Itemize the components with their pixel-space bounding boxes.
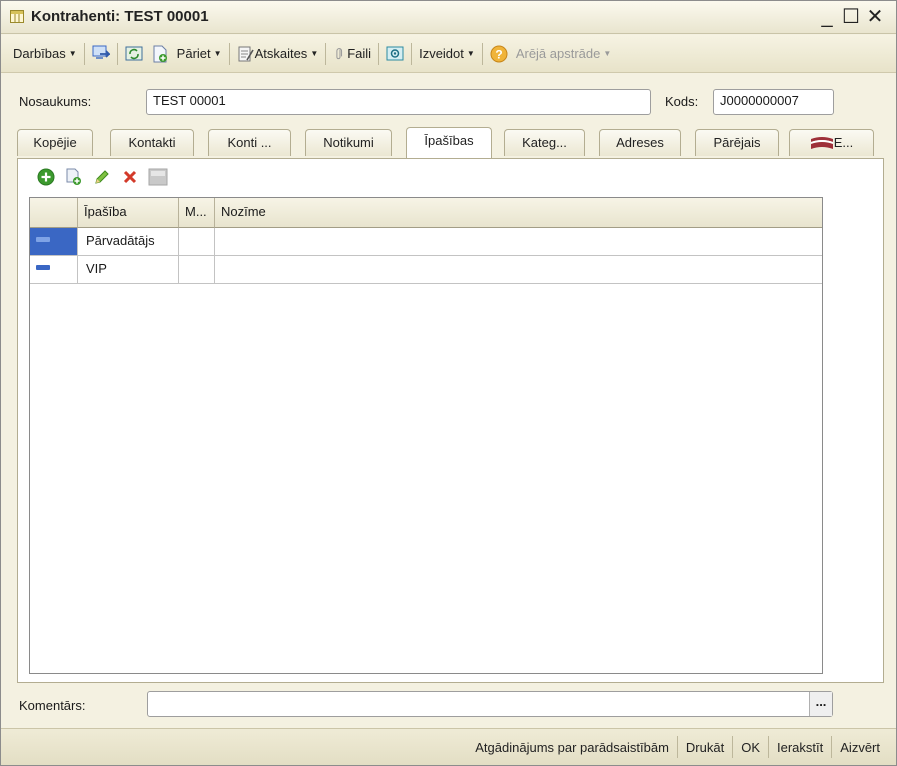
svg-text:?: ?: [495, 47, 502, 61]
tab-addresses[interactable]: Adreses: [599, 129, 681, 156]
caret-down-icon: ▼: [603, 49, 612, 58]
tab-properties[interactable]: Īpašības: [406, 127, 492, 158]
tab-accounts[interactable]: Konti ...: [208, 129, 291, 156]
table-cell-property[interactable]: VIP: [78, 256, 179, 284]
maximize-button[interactable]: ☐: [840, 5, 862, 29]
goto-label: Pāriet: [176, 46, 211, 61]
latvia-flag-icon: [810, 136, 833, 149]
tab-language[interactable]: E...: [789, 129, 874, 156]
name-field[interactable]: TEST 00001: [146, 89, 651, 115]
table-cell-value[interactable]: [215, 228, 822, 256]
grid-toolbar: [36, 167, 168, 187]
create-label: Izveidot: [419, 46, 464, 61]
row-selected-icon: [36, 237, 50, 242]
row-marker-selected[interactable]: [30, 228, 78, 256]
window: Kontrahenti: TEST 00001 _ ☐ ✕ Darbības▼: [0, 0, 897, 766]
row-marker-header: [30, 198, 78, 228]
goto-menu[interactable]: Pāriet ▼: [173, 41, 226, 67]
table-cell-m[interactable]: [179, 256, 215, 284]
reports-icon: [238, 46, 254, 61]
email-icon: [386, 46, 404, 60]
title-bar: Kontrahenti: TEST 00001 _ ☐ ✕: [1, 1, 896, 34]
table-icon: [10, 10, 24, 23]
caret-down-icon: ▼: [213, 49, 222, 58]
column-header-value[interactable]: Nozīme: [215, 198, 822, 228]
help-icon: ?: [490, 45, 508, 62]
row-marker[interactable]: [30, 256, 78, 284]
actions-label: Darbības: [13, 46, 66, 61]
separator: [228, 42, 230, 65]
table-cell-value[interactable]: [215, 256, 822, 284]
end-edit-icon: [148, 168, 168, 186]
pencil-icon: [95, 170, 109, 184]
minimize-button[interactable]: _: [816, 5, 838, 29]
separator: [481, 42, 483, 65]
tab-general[interactable]: Kopējie: [17, 129, 93, 156]
separator: [116, 42, 118, 65]
reminder-button[interactable]: Atgādinājums par parādsaistībām: [467, 740, 677, 755]
paperclip-icon: [336, 47, 343, 59]
monitor-arrow-icon: [92, 45, 110, 59]
properties-table: Īpašība M... Nozīme Pārvadātājs VIP: [29, 197, 823, 674]
delete-x-icon: [123, 170, 137, 184]
external-processing-menu[interactable]: Arējā apstrāde ▼: [512, 41, 615, 67]
external-processing-label: Arējā apstrāde: [515, 46, 601, 61]
refresh-icon: [125, 46, 143, 60]
separator: [83, 42, 85, 65]
separator: [325, 42, 327, 65]
new-document-button[interactable]: [147, 41, 173, 67]
copy-row-button[interactable]: [64, 167, 84, 187]
close-form-button[interactable]: Aizvērt: [832, 740, 888, 755]
caret-down-icon: ▼: [68, 49, 77, 58]
tab-categories[interactable]: Kateg...: [504, 129, 585, 156]
save-to-form-button[interactable]: [88, 41, 114, 67]
ok-button[interactable]: OK: [733, 740, 768, 755]
tab-events[interactable]: Notikumi: [305, 129, 392, 156]
separator: [378, 42, 380, 65]
name-label: Nosaukums:: [19, 94, 92, 109]
add-row-button[interactable]: [36, 167, 56, 187]
actions-menu[interactable]: Darbības ▼: [9, 41, 81, 67]
email-button[interactable]: [382, 41, 408, 67]
document-add-icon: [153, 45, 167, 62]
print-button[interactable]: Drukāt: [678, 740, 732, 755]
reports-label: Atskaites: [254, 46, 308, 61]
comment-text: [148, 698, 160, 704]
row-icon: [36, 265, 50, 270]
reports-menu[interactable]: Atskaites ▼: [233, 41, 323, 67]
files-label: Faili: [347, 46, 372, 61]
delete-row-button[interactable]: [120, 167, 140, 187]
copy-add-icon: [66, 168, 81, 185]
files-button[interactable]: Faili: [329, 41, 375, 67]
tab-other[interactable]: Pārējais: [695, 129, 779, 156]
table-cell-m[interactable]: [179, 228, 215, 256]
refresh-button[interactable]: [121, 41, 147, 67]
end-edit-button[interactable]: [148, 167, 168, 187]
comment-select-button[interactable]: ...: [809, 692, 832, 716]
window-title: Kontrahenti: TEST 00001: [31, 8, 209, 25]
comment-field[interactable]: ...: [147, 691, 833, 717]
toolbar: Darbības ▼ Pāriet ▼ Atskaites ▼ Faili Iz…: [1, 35, 896, 73]
tab-contacts[interactable]: Kontakti: [110, 129, 194, 156]
bottom-bar: Atgādinājums par parādsaistībām Drukāt O…: [1, 728, 896, 765]
close-button[interactable]: ✕: [864, 5, 886, 29]
comment-label: Komentārs:: [19, 698, 86, 713]
properties-panel: Īpašība M... Nozīme Pārvadātājs VIP: [17, 158, 884, 683]
tab-language-label: E...: [833, 135, 854, 150]
separator: [411, 42, 413, 65]
edit-row-button[interactable]: [92, 167, 112, 187]
write-button[interactable]: Ierakstīt: [769, 740, 831, 755]
column-header-property[interactable]: Īpašība: [78, 198, 179, 228]
table-cell-property[interactable]: Pārvadātājs: [78, 228, 179, 256]
code-label: Kods:: [665, 94, 699, 109]
help-button[interactable]: ?: [486, 41, 512, 67]
create-menu[interactable]: Izveidot ▼: [415, 41, 479, 67]
caret-down-icon: ▼: [310, 49, 319, 58]
plus-circle-icon: [37, 168, 55, 186]
column-header-m[interactable]: M...: [179, 198, 215, 228]
caret-down-icon: ▼: [466, 49, 475, 58]
code-field[interactable]: J0000000007: [713, 89, 834, 115]
